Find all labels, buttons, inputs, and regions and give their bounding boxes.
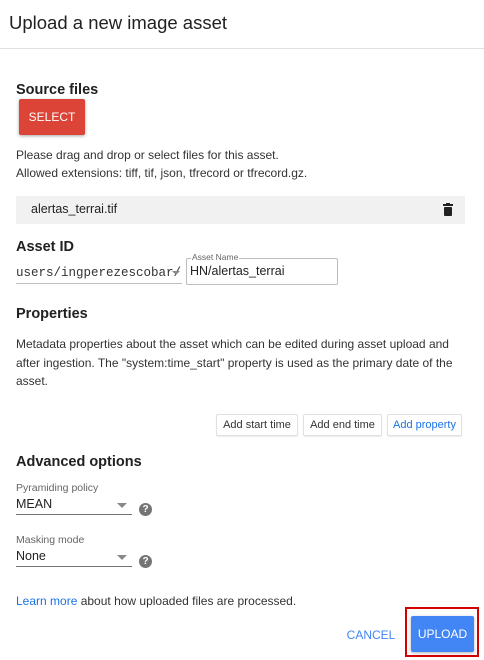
- masking-underline: [16, 566, 132, 567]
- advanced-options-heading: Advanced options: [16, 454, 142, 470]
- selected-file-name: alertas_terrai.tif: [31, 202, 118, 216]
- add-property-button[interactable]: Add property: [387, 414, 462, 436]
- add-end-time-button[interactable]: Add end time: [303, 414, 382, 436]
- add-start-time-button[interactable]: Add start time: [216, 414, 298, 436]
- asset-name-label: Asset Name: [191, 252, 240, 262]
- prefix-underline: [16, 283, 182, 284]
- learn-more-text: Learn more about how uploaded files are …: [16, 594, 296, 608]
- selected-file-row: alertas_terrai.tif: [16, 196, 465, 224]
- upload-asset-dialog: Upload a new image asset Source files SE…: [0, 0, 484, 660]
- trash-icon[interactable]: [443, 203, 453, 216]
- pyramiding-policy-label: Pyramiding policy: [16, 482, 99, 494]
- learn-more-link[interactable]: Learn more: [16, 594, 77, 608]
- select-files-button[interactable]: SELECT: [19, 99, 85, 135]
- upload-button[interactable]: UPLOAD: [411, 616, 474, 652]
- drag-drop-help: Please drag and drop or select files for…: [16, 148, 279, 162]
- masking-mode-select[interactable]: None: [16, 549, 46, 563]
- help-icon[interactable]: ?: [139, 555, 152, 568]
- dialog-header: Upload a new image asset: [0, 0, 484, 49]
- asset-name-input[interactable]: Asset Name HN/alertas_terrai: [186, 252, 338, 285]
- help-icon[interactable]: ?: [139, 503, 152, 516]
- pyramiding-policy-select[interactable]: MEAN: [16, 497, 52, 511]
- masking-mode-label: Masking mode: [16, 534, 85, 546]
- chevron-down-icon[interactable]: [117, 555, 127, 560]
- pyramiding-underline: [16, 514, 132, 515]
- asset-path-prefix-select[interactable]: users/ingperezescobar/: [16, 266, 181, 280]
- allowed-extensions-help: Allowed extensions: tiff, tif, json, tfr…: [16, 166, 308, 180]
- learn-more-suffix: about how uploaded files are processed.: [77, 594, 297, 608]
- chevron-down-icon[interactable]: [172, 271, 180, 275]
- asset-name-value[interactable]: HN/alertas_terrai: [190, 264, 284, 278]
- chevron-down-icon[interactable]: [117, 503, 127, 508]
- dialog-title: Upload a new image asset: [9, 12, 228, 33]
- asset-id-heading: Asset ID: [16, 239, 75, 255]
- properties-heading: Properties: [16, 306, 88, 322]
- source-files-heading: Source files: [16, 82, 99, 98]
- properties-description: Metadata properties about the asset whic…: [16, 337, 453, 388]
- cancel-button[interactable]: CANCEL: [343, 624, 399, 646]
